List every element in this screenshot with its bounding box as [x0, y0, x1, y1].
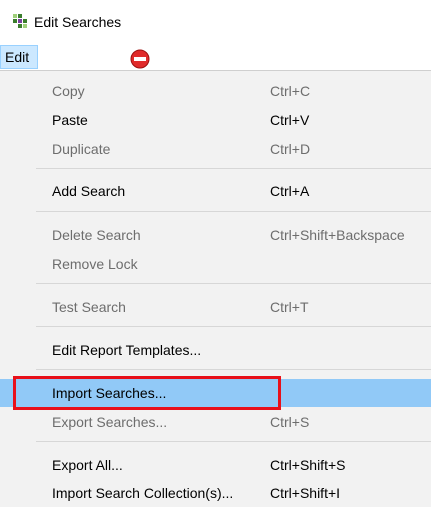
menu-item-copy[interactable]: Copy Ctrl+C	[0, 77, 431, 105]
menu-item-export-all[interactable]: Export All... Ctrl+Shift+S	[0, 451, 431, 479]
stop-icon[interactable]	[129, 48, 151, 70]
menu-separator	[36, 168, 431, 169]
menu-separator	[36, 441, 431, 442]
annotation-highlight-box	[13, 376, 281, 410]
menu-item-export-searches[interactable]: Export Searches... Ctrl+S	[0, 408, 431, 436]
menu-bar: Edit	[0, 44, 431, 70]
menu-item-duplicate[interactable]: Duplicate Ctrl+D	[0, 135, 431, 163]
menu-item-test-search[interactable]: Test Search Ctrl+T	[0, 293, 431, 321]
menu-item-edit-report-templates[interactable]: Edit Report Templates...	[0, 336, 431, 364]
menu-edit[interactable]: Edit	[0, 45, 38, 69]
menu-item-remove-lock[interactable]: Remove Lock	[0, 250, 431, 278]
menu-item-import-search-collections[interactable]: Import Search Collection(s)... Ctrl+Shif…	[0, 479, 431, 507]
menu-item-paste[interactable]: Paste Ctrl+V	[0, 106, 431, 134]
edit-dropdown-menu: Copy Ctrl+C Paste Ctrl+V Duplicate Ctrl+…	[0, 70, 431, 507]
menu-separator	[36, 369, 431, 370]
window-title: Edit Searches	[34, 14, 122, 30]
menu-separator	[36, 283, 431, 284]
menu-separator	[36, 326, 431, 327]
menu-item-add-search[interactable]: Add Search Ctrl+A	[0, 177, 431, 205]
menu-item-delete-search[interactable]: Delete Search Ctrl+Shift+Backspace	[0, 221, 431, 249]
app-icon	[13, 14, 27, 28]
window-title-bar: Edit Searches	[0, 0, 431, 44]
menu-separator	[36, 211, 431, 212]
